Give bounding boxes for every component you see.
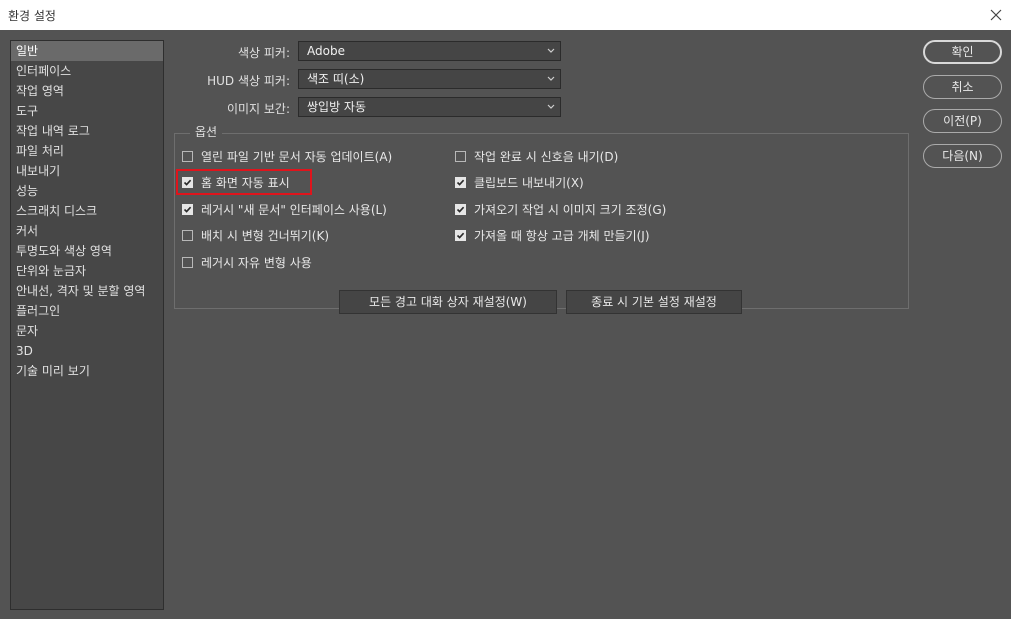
sidebar-item[interactable]: 문자 [11,321,163,341]
checkbox[interactable] [455,177,466,188]
image-interpolation-label: 이미지 보간: [226,102,290,116]
hud-color-picker-label: HUD 색상 피커: [207,74,290,88]
option-left-4[interactable]: 레거시 자유 변형 사용 [182,252,312,272]
options-legend: 옵션 [190,123,223,140]
check-icon [183,206,192,213]
check-icon [456,206,465,213]
check-icon [456,179,465,186]
next-button[interactable]: 다음(N) [923,144,1002,168]
image-interpolation-select[interactable]: 쌍입방 자동 [298,97,561,117]
chevron-down-icon [547,104,555,109]
option-label: 배치 시 변형 건너뛰기(K) [201,229,330,243]
checkbox[interactable] [455,230,466,241]
option-label: 홈 화면 자동 표시 [201,176,290,190]
checkbox[interactable] [182,203,193,215]
chevron-down-icon [547,76,555,81]
color-picker-value: Adobe [307,44,345,58]
prev-button[interactable]: 이전(P) [923,109,1002,133]
option-left-0[interactable]: 열린 파일 기반 문서 자동 업데이트(A) [182,146,392,166]
option-label: 클립보드 내보내기(X) [474,176,584,190]
check-icon [183,179,192,186]
sidebar-item[interactable]: 단위와 눈금자 [11,261,163,281]
sidebar-item[interactable]: 성능 [11,181,163,201]
color-picker-select[interactable]: Adobe [298,41,561,61]
option-label: 가져올 때 항상 고급 개체 만들기(J) [474,229,650,243]
sidebar-item[interactable]: 투명도와 색상 영역 [11,241,163,261]
hud-color-picker-value: 색조 띠(소) [307,72,365,86]
option-left-1[interactable]: 홈 화면 자동 표시 [182,173,290,193]
chevron-down-icon [547,48,555,53]
reset-warnings-button[interactable]: 모든 경고 대화 상자 재설정(W) [339,290,557,314]
sidebar-item[interactable]: 내보내기 [11,161,163,181]
ok-button[interactable]: 확인 [923,40,1002,64]
reset-on-quit-button[interactable]: 종료 시 기본 설정 재설정 [566,290,742,314]
sidebar-item[interactable]: 안내선, 격자 및 분할 영역 [11,281,163,301]
option-label: 레거시 "새 문서" 인터페이스 사용(L) [201,202,387,217]
check-icon [456,232,465,239]
checkbox[interactable] [455,203,466,215]
color-picker-label: 색상 피커: [237,46,290,60]
checkbox[interactable] [455,150,466,162]
option-left-2[interactable]: 레거시 "새 문서" 인터페이스 사용(L) [182,199,387,219]
option-left-3[interactable]: 배치 시 변형 건너뛰기(K) [182,226,329,246]
preferences-dialog: 일반 인터페이스 작업 영역 도구 작업 내역 로그 파일 처리 내보내기 성능 스크래치 디스… [0,30,1011,619]
category-sidebar: 일반 인터페이스 작업 영역 도구 작업 내역 로그 파일 처리 내보내기 성능 스크래치 디스… [10,40,164,610]
option-label: 가져오기 작업 시 이미지 크기 조정(G) [474,202,667,217]
checkbox[interactable] [182,150,193,162]
option-label: 열린 파일 기반 문서 자동 업데이트(A) [201,149,393,164]
title-bar: 환경 설정 [0,0,1011,30]
sidebar-item[interactable]: 작업 내역 로그 [11,121,163,141]
hud-color-picker-select[interactable]: 색조 띠(소) [298,69,561,89]
sidebar-item[interactable]: 커서 [11,221,163,241]
option-right-1[interactable]: 클립보드 내보내기(X) [455,173,584,193]
option-right-3[interactable]: 가져올 때 항상 고급 개체 만들기(J) [455,226,650,246]
sidebar-item[interactable]: 기술 미리 보기 [11,361,163,381]
cancel-button[interactable]: 취소 [923,75,1002,99]
close-button[interactable] [981,0,1011,30]
sidebar-item[interactable]: 플러그인 [11,301,163,321]
checkbox[interactable] [182,230,193,241]
sidebar-item[interactable]: 3D [11,341,163,361]
option-label: 작업 완료 시 신호음 내기(D) [474,149,619,164]
checkbox[interactable] [182,177,193,188]
checkbox[interactable] [182,256,193,268]
image-interpolation-value: 쌍입방 자동 [307,100,367,114]
option-right-0[interactable]: 작업 완료 시 신호음 내기(D) [455,146,618,166]
close-icon [990,9,1002,21]
window-title: 환경 설정 [8,9,56,23]
option-label: 레거시 자유 변형 사용 [201,255,312,270]
option-right-2[interactable]: 가져오기 작업 시 이미지 크기 조정(G) [455,199,666,219]
sidebar-item[interactable]: 스크래치 디스크 [11,201,163,221]
sidebar-item[interactable]: 파일 처리 [11,141,163,161]
